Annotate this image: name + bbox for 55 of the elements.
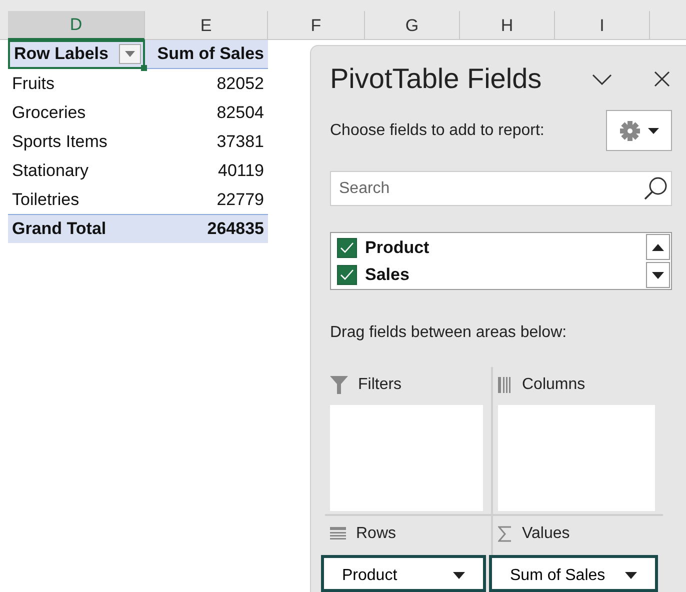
field-dropdown[interactable]: Sum of Sales bbox=[489, 555, 658, 592]
field-dropdown[interactable]: Product bbox=[321, 555, 486, 592]
column-header[interactable]: I bbox=[555, 11, 650, 40]
search-field[interactable]: Search bbox=[330, 171, 672, 206]
chevron-down-icon bbox=[592, 74, 612, 84]
header-label: Sum of Sales bbox=[156, 43, 265, 66]
check-icon bbox=[340, 268, 354, 280]
table-cell-text: 37381 bbox=[216, 130, 265, 153]
prompt-text: Choose fields to add to report: bbox=[330, 120, 544, 140]
filter-icon bbox=[330, 376, 348, 394]
total-label: Grand Total bbox=[11, 218, 108, 240]
table-cell-text: 22779 bbox=[216, 188, 265, 211]
table-cell-text: Stationary bbox=[11, 160, 90, 182]
search-icon bbox=[644, 176, 668, 200]
check-icon bbox=[340, 242, 354, 254]
column-header[interactable]: D bbox=[8, 11, 145, 40]
caret-icon bbox=[125, 51, 135, 57]
area-label: Columns bbox=[522, 375, 586, 395]
checkbox[interactable] bbox=[337, 264, 357, 284]
caret-icon bbox=[652, 272, 664, 278]
area-label: Values bbox=[522, 524, 570, 544]
gear-icon bbox=[620, 120, 640, 140]
column-header[interactable]: F bbox=[268, 11, 365, 40]
sigma-icon bbox=[498, 526, 512, 542]
rows-icon bbox=[330, 527, 346, 541]
field-item[interactable]: Sales bbox=[337, 261, 645, 288]
tools-button[interactable] bbox=[606, 110, 672, 151]
column-header[interactable]: H bbox=[460, 11, 555, 40]
table-cell-text: Toiletries bbox=[11, 188, 80, 211]
close-icon bbox=[654, 71, 670, 87]
fill-handle[interactable] bbox=[141, 64, 147, 70]
total-value: 264835 bbox=[206, 218, 265, 240]
caret-icon bbox=[453, 572, 465, 579]
table-cell-text: 82052 bbox=[216, 72, 265, 95]
area-label: Filters bbox=[358, 375, 402, 395]
header-label: Row Labels bbox=[14, 43, 108, 66]
caret-icon bbox=[648, 128, 658, 134]
columns-icon bbox=[498, 377, 512, 393]
hint-text: Drag fields between areas below: bbox=[330, 323, 568, 343]
checkbox[interactable] bbox=[337, 238, 357, 258]
field-item[interactable]: Product bbox=[337, 234, 645, 261]
scroll-up-button[interactable] bbox=[646, 234, 670, 260]
table-cell-text: Groceries bbox=[11, 102, 87, 124]
table-cell-text: Fruits bbox=[11, 72, 56, 95]
table-cell-text: 82504 bbox=[216, 102, 265, 124]
table-cell-text: 40119 bbox=[216, 160, 265, 182]
scroll-down-button[interactable] bbox=[646, 262, 670, 288]
column-header[interactable]: G bbox=[365, 11, 460, 40]
caret-up-icon bbox=[652, 244, 664, 250]
area-label: Rows bbox=[356, 524, 396, 544]
selected-cell[interactable]: Row Labels bbox=[8, 40, 145, 68]
filter-dropdown-button[interactable] bbox=[119, 44, 141, 64]
table-cell-text: Sports Items bbox=[11, 130, 108, 153]
panel-title: PivotTable Fields bbox=[330, 62, 542, 96]
caret-icon bbox=[625, 572, 637, 579]
